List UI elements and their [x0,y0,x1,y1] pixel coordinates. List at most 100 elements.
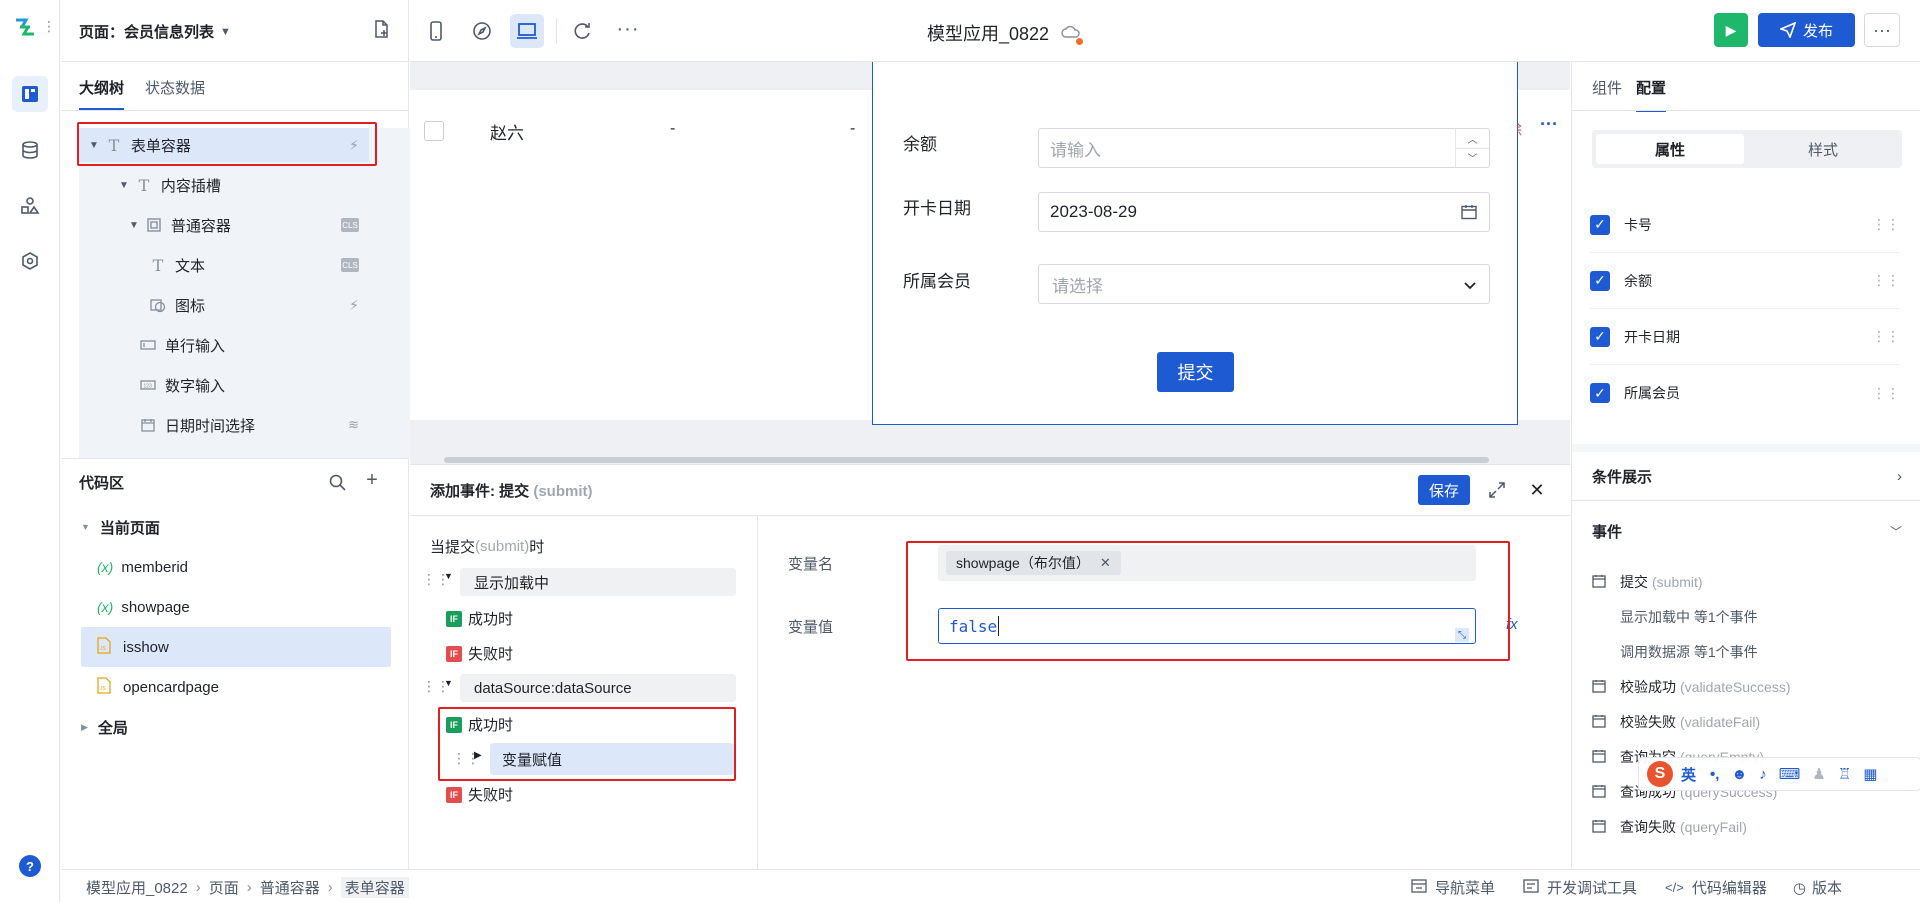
breadcrumb-item[interactable]: 页面 [209,877,239,898]
breadcrumb-item-current[interactable]: 表单容器 [340,877,409,898]
subtab-properties[interactable]: 属性 [1596,134,1744,164]
number-stepper[interactable]: ︿ ﹀ [1455,129,1489,167]
tree-node-number-input[interactable]: 123 数字输入 [79,368,369,402]
submit-button[interactable]: 提交 [1157,352,1234,392]
code-item-isshow[interactable]: JS isshow [81,627,391,667]
event-item-validate-fail[interactable]: 校验失败 (validateFail) [1592,712,1760,732]
branch-success[interactable]: IF 成功时 [446,608,513,629]
tag-close-icon[interactable]: ✕ [1100,555,1111,571]
branch-fail[interactable]: IF 失败时 [446,784,513,805]
tree-node-icon[interactable]: 图标 ⚡ [79,288,369,322]
caret-right-icon[interactable]: ▶ [474,750,482,761]
row-checkbox[interactable] [424,121,444,141]
checkbox-checked[interactable]: ✓ [1590,214,1610,235]
event-item-query-fail[interactable]: 查询失败 (queryFail) [1592,817,1747,837]
event-sub-datasource[interactable]: 调用数据源 等1个事件 [1620,642,1758,662]
breadcrumb-item[interactable]: 模型应用_0822 [86,877,188,898]
code-editor-button[interactable]: 代码编辑器 [1692,877,1767,898]
action-show-loading[interactable]: 显示加载中 [460,568,736,596]
debug-tool-button[interactable]: 开发调试工具 [1547,877,1637,898]
tree-node-text[interactable]: T 文本 CLS [79,248,369,282]
open-date-input[interactable]: 2023-08-29 [1038,192,1490,232]
drag-handle-icon[interactable]: ⋮⋮ [1872,216,1900,233]
tree-node-form-container[interactable]: ▼ T 表单容器 ⚡ [79,128,369,162]
member-select[interactable]: 请选择 [1038,264,1490,304]
more-vertical-icon[interactable]: ⋮ [42,18,56,35]
calendar-icon[interactable] [1461,204,1477,225]
tree-node-normal-container[interactable]: ▼ 普通容器 CLS [79,208,369,242]
outline-icon[interactable] [12,76,48,112]
horizontal-scrollbar[interactable] [444,457,1489,463]
checkbox-checked[interactable]: ✓ [1590,270,1610,291]
more-horizontal-icon[interactable]: ··· [616,17,640,41]
user-icon[interactable]: ♟ [1812,765,1825,783]
tree-node-single-input[interactable]: 单行输入 [79,328,369,362]
emoji-icon[interactable]: ☻ [1731,766,1747,783]
code-group-global[interactable]: ▶ 全局 [81,707,391,747]
database-icon[interactable] [12,132,48,168]
version-button[interactable]: 版本 [1812,877,1842,898]
desktop-view-icon[interactable] [510,14,544,48]
drag-handle-icon[interactable]: ⋮⋮ [1872,385,1900,402]
caret-down-icon[interactable]: ▼ [444,571,453,581]
tab-outline[interactable]: 大纲树 [79,77,125,110]
close-icon[interactable]: ✕ [1526,479,1548,501]
compass-icon[interactable] [470,19,494,43]
code-item-showpage[interactable]: (x) showpage [97,587,407,627]
action-datasource[interactable]: dataSource:dataSource [460,674,736,702]
publish-button[interactable]: 发布 [1758,13,1855,47]
microphone-icon[interactable]: ♪ [1759,766,1767,783]
settings-hex-icon[interactable] [12,243,48,279]
expand-icon[interactable] [1486,479,1508,501]
ime-lang[interactable]: 英 [1681,764,1696,785]
fx-icon[interactable]: fx [1506,616,1518,633]
search-icon[interactable] [327,472,347,492]
punctuation-icon[interactable]: •, [1710,766,1719,783]
breadcrumb-item[interactable]: 普通容器 [260,877,320,898]
chevron-down-icon[interactable]: ﹀ [1456,149,1489,168]
event-item-validate-success[interactable]: 校验成功 (validateSuccess) [1592,677,1791,697]
tab-state-data[interactable]: 状态数据 [145,77,205,98]
subtab-style[interactable]: 样式 [1748,134,1898,164]
event-sub-loading[interactable]: 显示加载中 等1个事件 [1620,607,1758,627]
drag-handle-icon[interactable]: ⋮⋮ [1872,272,1900,289]
row-more-icon[interactable]: ··· [1540,114,1558,135]
section-events[interactable]: 事件 ﹀ [1592,521,1902,542]
event-item-submit[interactable]: 提交 (submit) [1592,572,1703,592]
drag-handle-icon[interactable]: ⋮⋮ [1872,328,1900,345]
section-conditional-display[interactable]: 条件展示 › [1592,466,1902,487]
branch-fail[interactable]: IF 失败时 [446,643,513,664]
chevron-up-icon[interactable]: ︿ [1456,129,1489,149]
skin-icon[interactable]: ♖ [1838,765,1851,783]
save-button[interactable]: 保存 [1418,475,1470,505]
run-button[interactable]: ▶ [1714,13,1748,47]
ime-toolbar[interactable]: S 英 •, ☻ ♪ ⌨ ♟ ♖ ▦ [1638,757,1920,791]
code-item-memberid[interactable]: (x) memberid [97,547,407,587]
more-menu-button[interactable]: ··· [1864,13,1900,47]
expand-editor-icon[interactable]: ⤡ [1455,628,1469,642]
code-group-current-page[interactable]: ▼ 当前页面 [81,507,391,547]
tab-components[interactable]: 组件 [1592,77,1622,98]
branch-success[interactable]: IF 成功时 [446,714,513,735]
tree-node-content-slot[interactable]: ▼ T 内容插槽 [79,168,369,202]
add-page-icon[interactable] [370,18,392,40]
action-assign-variable[interactable]: 变量赋值 [490,743,734,775]
add-icon[interactable]: + [362,469,382,491]
tab-config[interactable]: 配置 [1636,77,1667,112]
tree-node-datetime[interactable]: 日期时间选择 ≋ [79,408,369,442]
code-item-opencardpage[interactable]: JS opencardpage [97,667,407,707]
balance-input[interactable]: 请输入 ︿ ﹀ [1038,128,1490,168]
checkbox-checked[interactable]: ✓ [1590,326,1610,347]
nav-menu-button[interactable]: 导航菜单 [1435,877,1495,898]
refresh-icon[interactable] [570,19,594,43]
shapes-icon[interactable] [12,188,48,224]
page-selector[interactable]: 页面：会员信息列表 ▼ [79,21,231,42]
caret-down-icon[interactable]: ▼ [444,678,453,688]
checkbox-checked[interactable]: ✓ [1590,383,1610,403]
keyboard-icon[interactable]: ⌨ [1779,765,1801,783]
help-icon[interactable]: ? [19,855,41,877]
mobile-view-icon[interactable] [424,19,448,43]
var-name-select[interactable]: showpage（布尔值） ✕ [938,545,1476,581]
grid-icon[interactable]: ▦ [1863,765,1877,783]
var-value-input[interactable]: false ⤡ [938,608,1476,644]
